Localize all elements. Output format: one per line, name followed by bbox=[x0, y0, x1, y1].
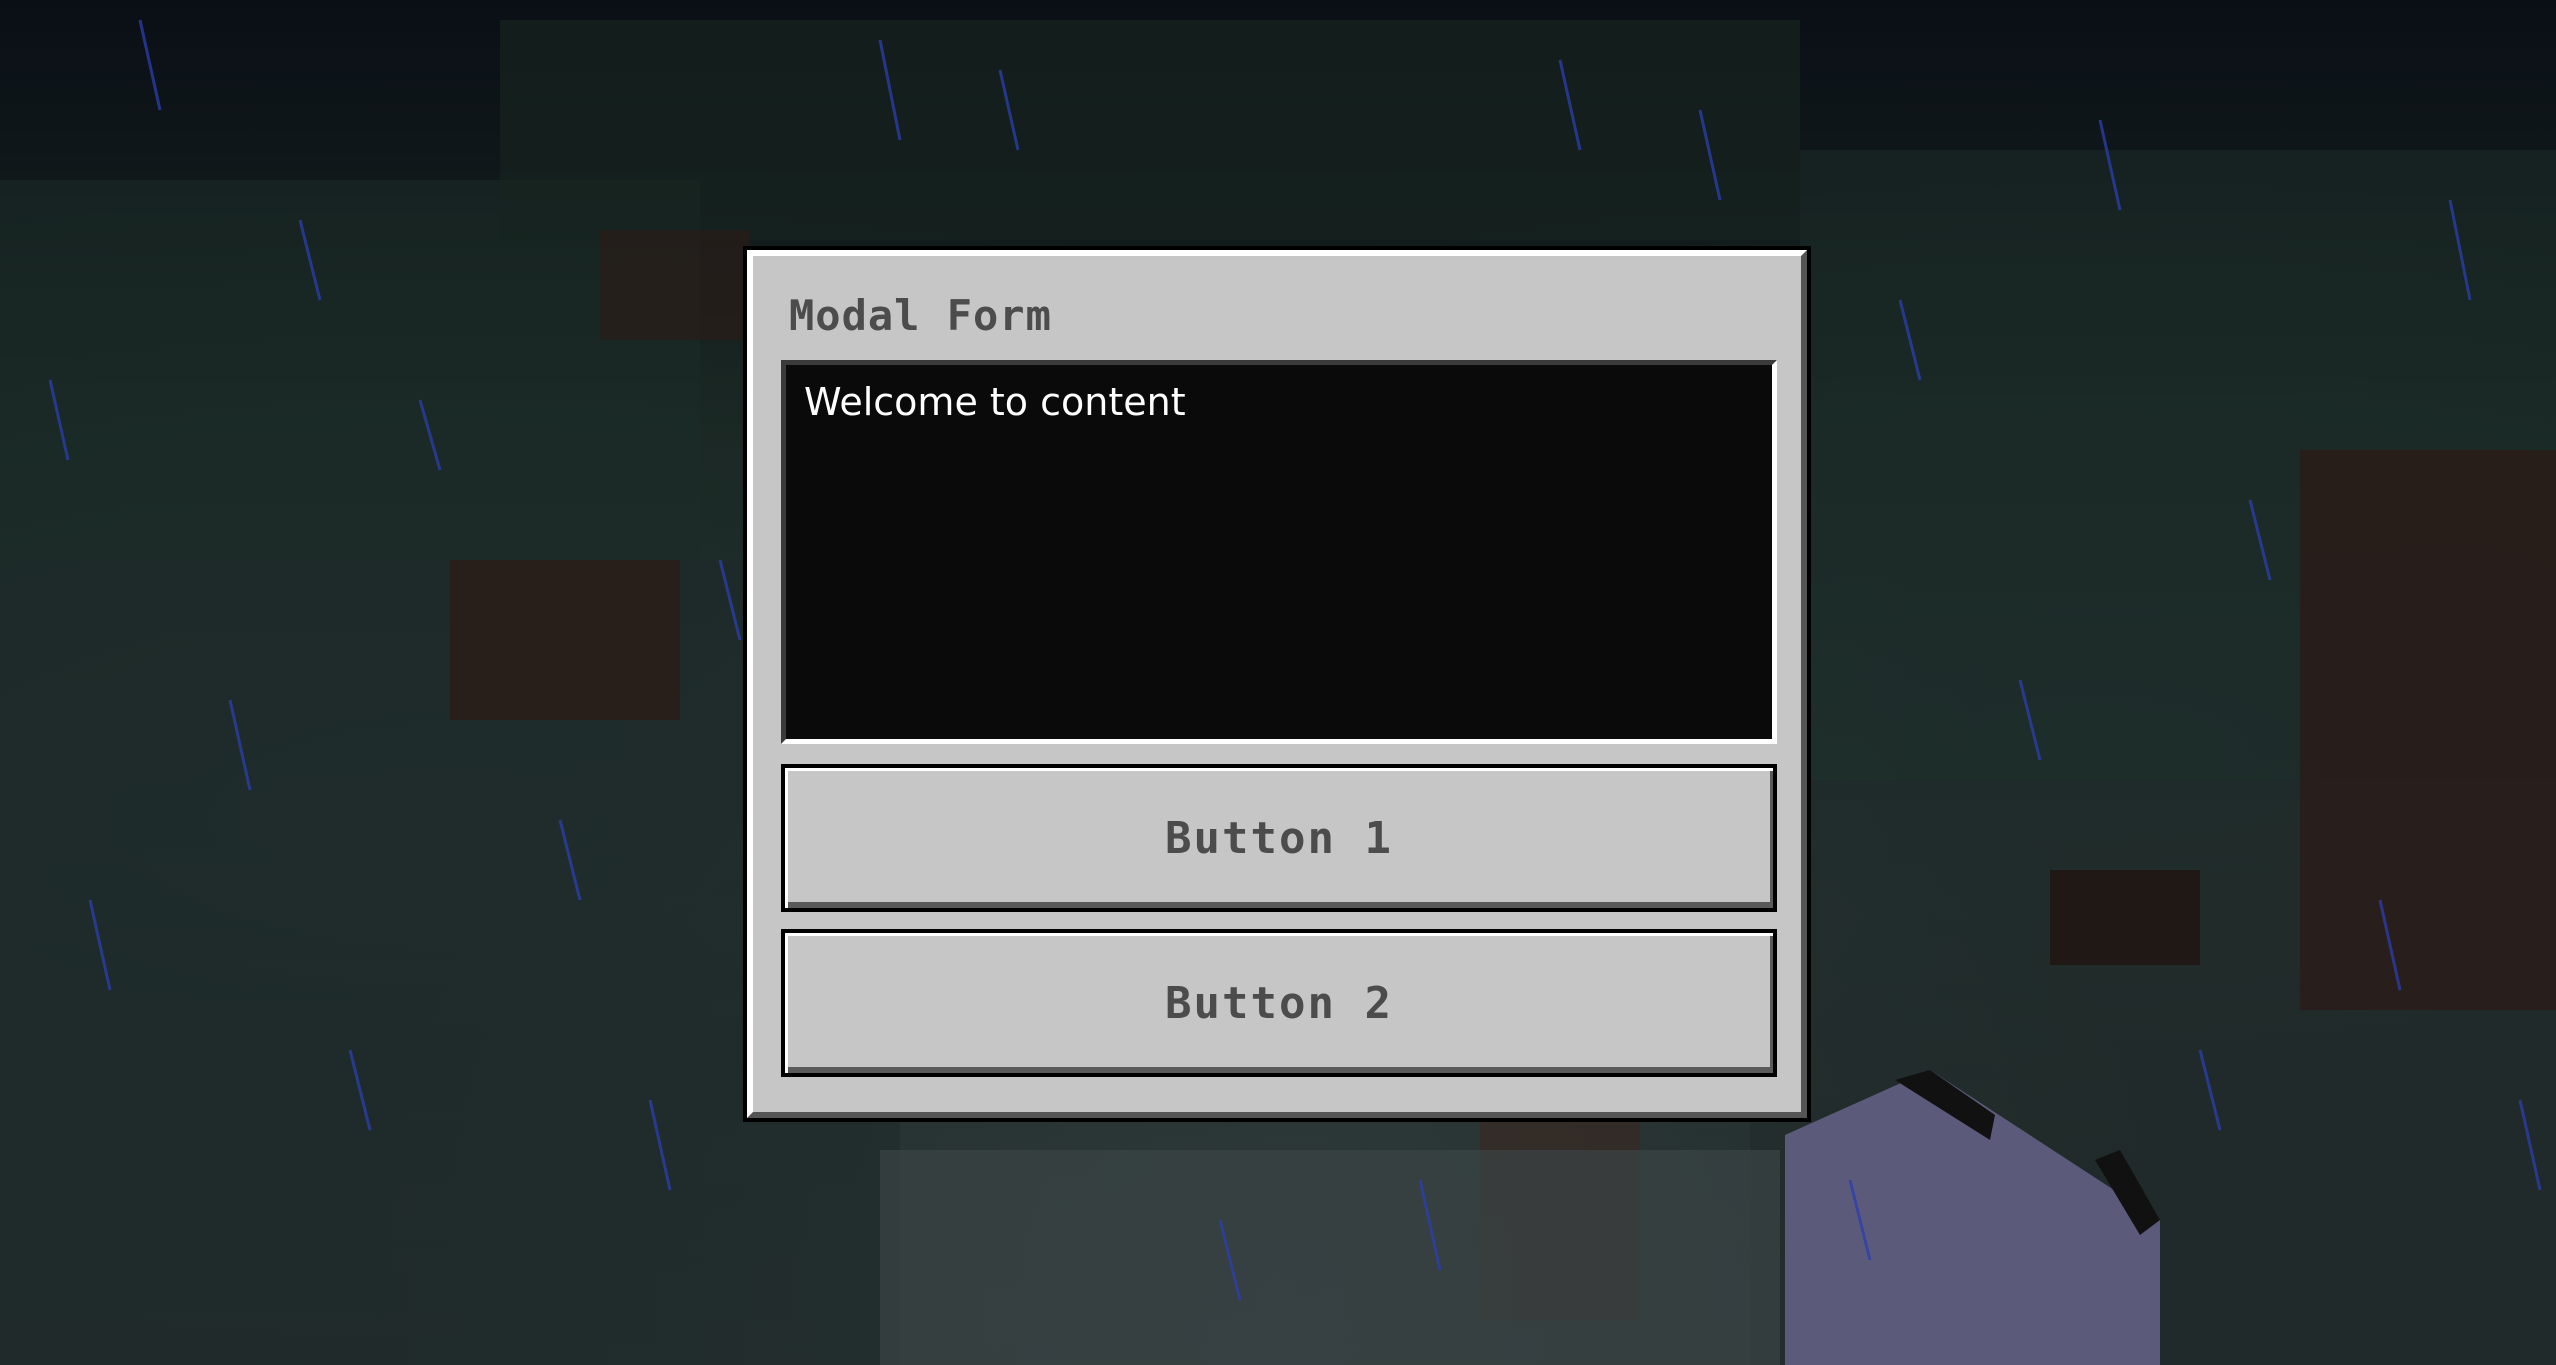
button-1[interactable]: Button 1 bbox=[781, 764, 1777, 912]
modal-content-panel: Welcome to content bbox=[781, 360, 1777, 744]
button-2[interactable]: Button 2 bbox=[781, 929, 1777, 1077]
button-1-label: Button 1 bbox=[1165, 812, 1393, 864]
modal-content-text: Welcome to content bbox=[804, 380, 1186, 424]
button-2-label: Button 2 bbox=[1165, 977, 1393, 1029]
modal-form-dialog: Modal Form Welcome to content Button 1 B… bbox=[743, 246, 1811, 1122]
modal-title: Modal Form bbox=[789, 291, 1052, 340]
